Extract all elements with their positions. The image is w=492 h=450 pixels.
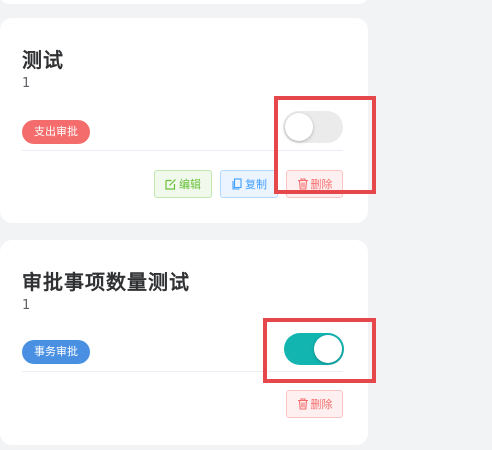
toggle-highlight-box bbox=[274, 96, 376, 194]
copy-button[interactable]: 复制 bbox=[220, 170, 278, 198]
toggle-highlight-box bbox=[263, 318, 376, 383]
card-title: 测试 bbox=[22, 48, 64, 72]
card-count: 1 bbox=[22, 298, 31, 313]
card-title: 审批事项数量测试 bbox=[22, 270, 190, 294]
category-tag: 支出审批 bbox=[22, 120, 90, 144]
delete-button[interactable]: 删除 bbox=[286, 390, 343, 418]
copy-icon bbox=[232, 178, 242, 190]
copy-label: 复制 bbox=[245, 178, 267, 191]
card-count: 1 bbox=[22, 76, 31, 91]
previous-card bbox=[0, 0, 368, 4]
edit-label: 编辑 bbox=[179, 178, 201, 191]
delete-label: 删除 bbox=[310, 398, 333, 411]
trash-icon bbox=[297, 398, 308, 410]
edit-button[interactable]: 编辑 bbox=[154, 170, 212, 198]
category-tag: 事务审批 bbox=[22, 340, 90, 364]
edit-icon bbox=[165, 179, 176, 190]
